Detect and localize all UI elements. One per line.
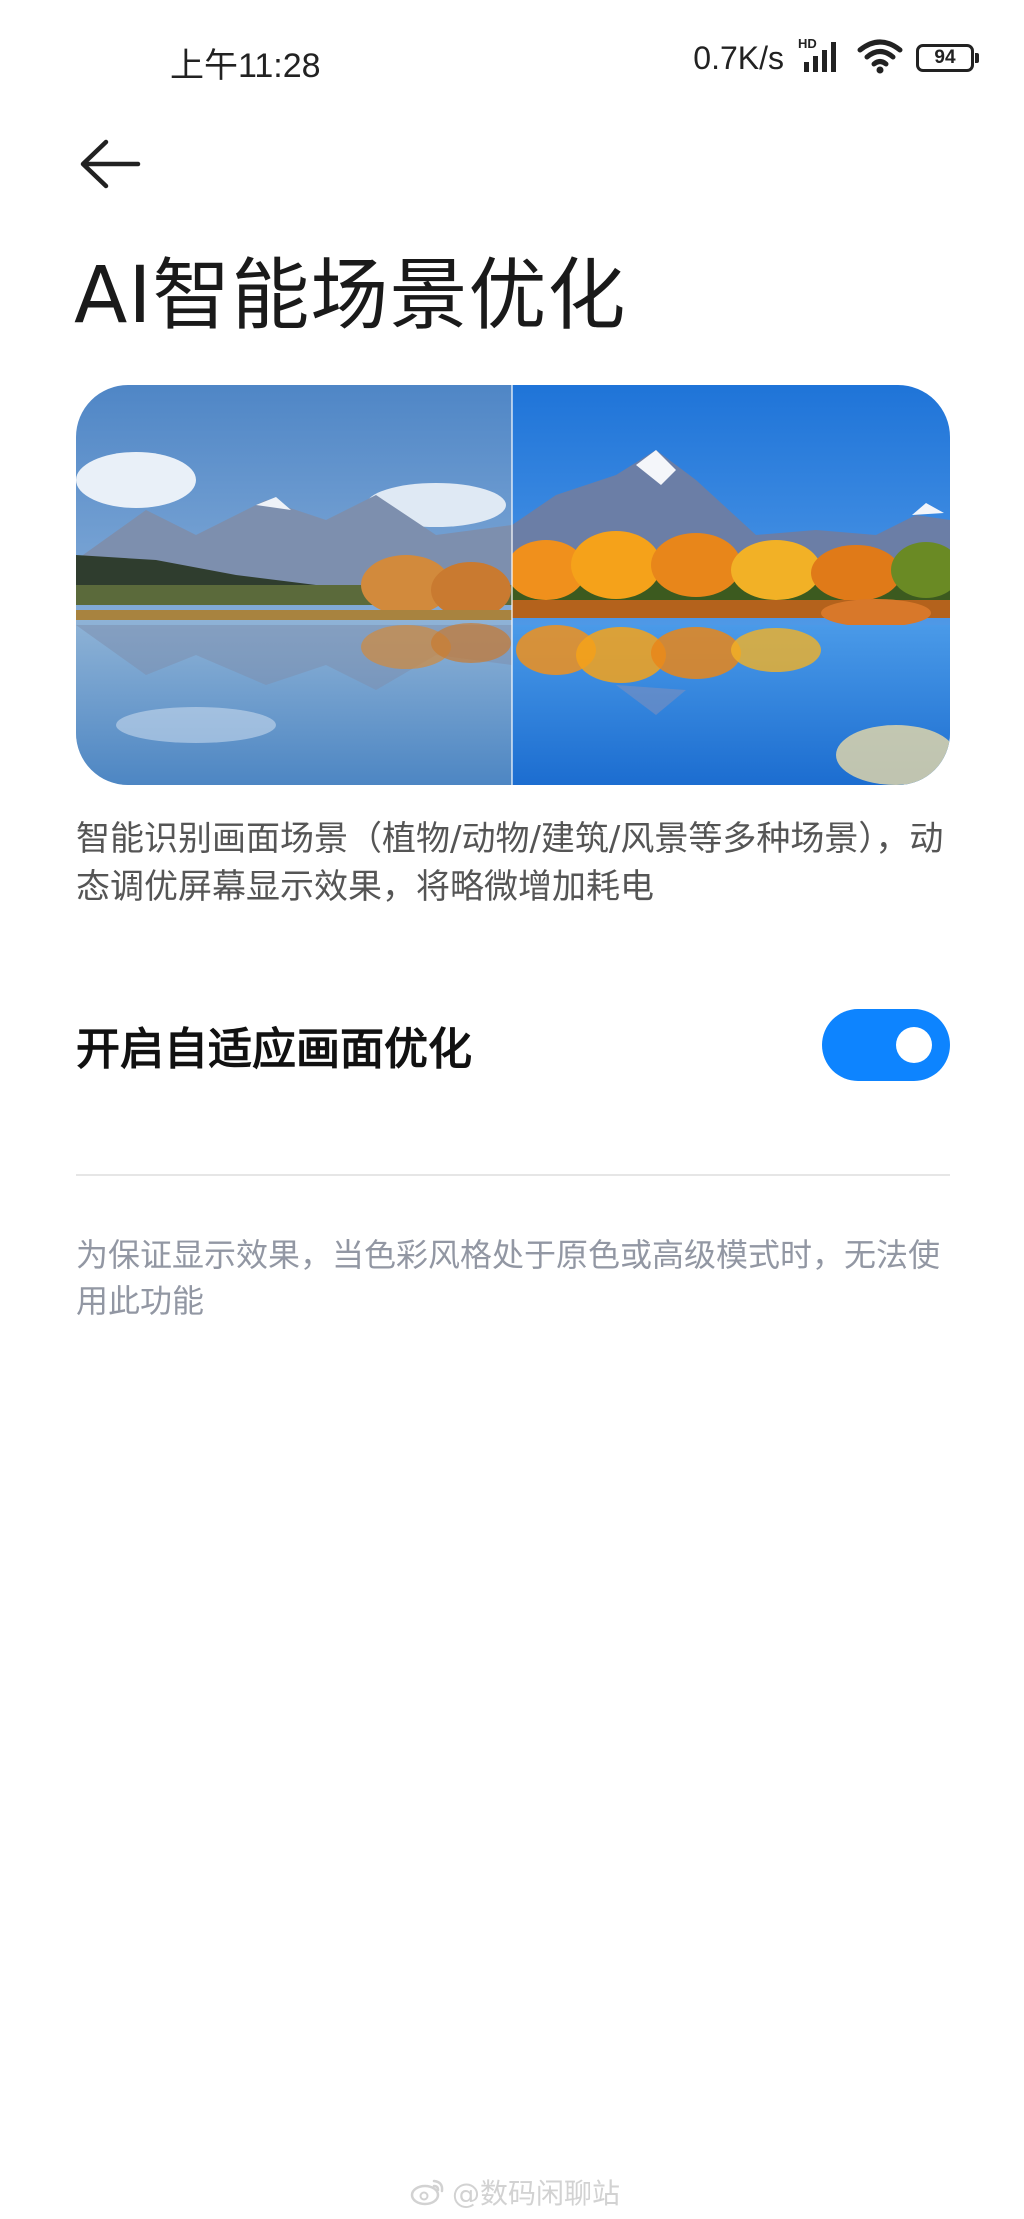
weibo-icon <box>410 2179 444 2206</box>
signal-icon: HD <box>796 36 844 80</box>
toggle-knob <box>896 1027 932 1063</box>
adaptive-optimization-toggle[interactable] <box>822 1009 950 1081</box>
back-arrow-icon <box>80 139 141 189</box>
status-time: 上午11:28 <box>170 47 321 85</box>
wifi-icon <box>856 36 904 80</box>
back-button[interactable] <box>70 130 150 200</box>
signal-badge: HD <box>798 36 817 51</box>
battery-level: 94 <box>934 47 956 68</box>
network-speed: 0.7K/s <box>693 39 784 76</box>
watermark-text: @数码闲聊站 <box>452 2177 621 2210</box>
watermark: @数码闲聊站 <box>410 2172 620 2212</box>
scene-preview-image <box>76 385 950 785</box>
divider <box>76 1174 950 1176</box>
page-title: AI智能场景优化 <box>74 251 627 341</box>
adaptive-optimization-setting[interactable]: 开启自适应画面优化 <box>76 1005 950 1085</box>
battery-icon: 94 <box>916 44 979 72</box>
status-icons: 0.7K/s HD 94 <box>693 36 979 80</box>
restriction-note: 为保证显示效果，当色彩风格处于原色或高级模式时，无法使用此功能 <box>76 1236 941 1320</box>
feature-description: 智能识别画面场景（植物/动物/建筑/风景等多种场景），动态调优屏幕显示效果，将略… <box>76 819 944 907</box>
setting-label: 开启自适应画面优化 <box>76 1024 472 1075</box>
status-bar: 上午11:28 0.7K/s HD 94 <box>0 0 1024 120</box>
